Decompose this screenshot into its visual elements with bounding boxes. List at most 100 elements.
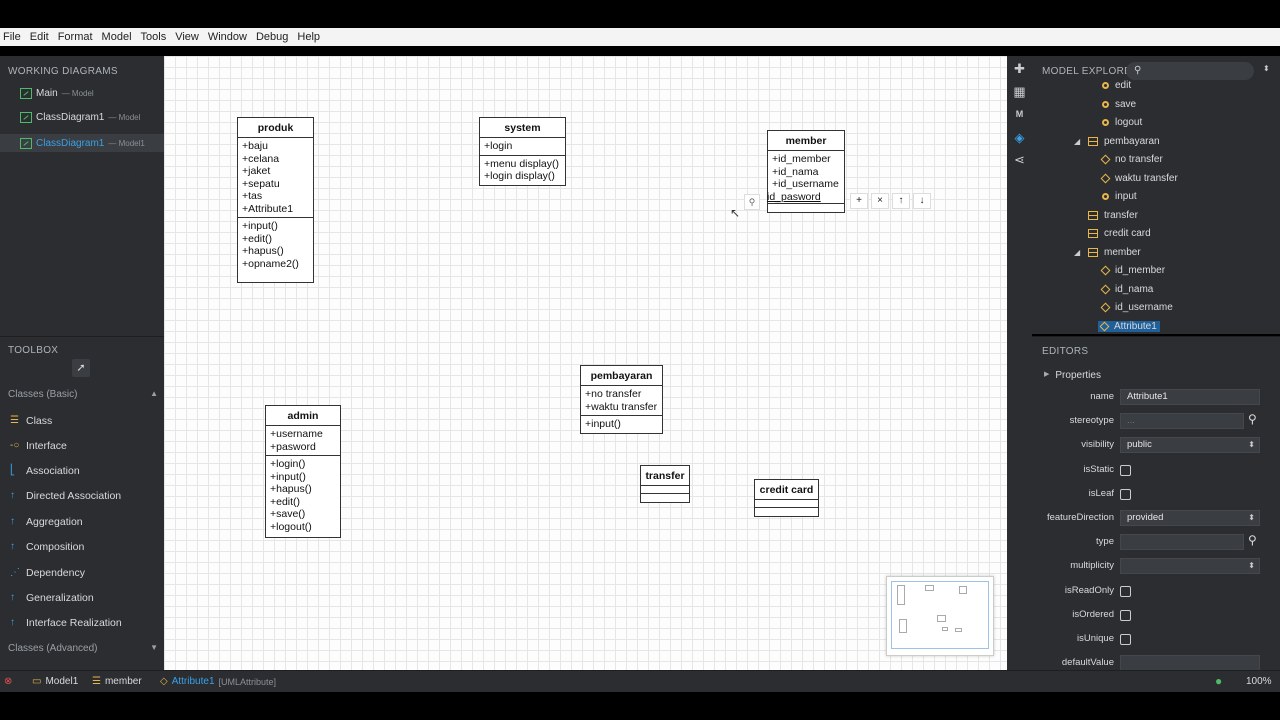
property-select[interactable]: public ⬍ [1120, 437, 1260, 454]
search-icon[interactable]: ⚲ [1248, 533, 1257, 547]
explorer-icon[interactable]: ◈ [1012, 130, 1027, 145]
menu-view[interactable]: View [172, 31, 205, 43]
tree-item[interactable]: no transfer [1100, 154, 1163, 165]
tree-item[interactable]: transfer [1088, 210, 1138, 221]
toolbox-group-basic[interactable]: Classes (Basic) ▲ [8, 389, 158, 400]
attribute[interactable]: +login [484, 140, 561, 153]
class-box-transfer[interactable]: transfer [640, 465, 690, 503]
toolbox-group-advanced[interactable]: Classes (Advanced) ▼ [8, 643, 158, 654]
operation[interactable]: +save() [270, 508, 336, 521]
operation[interactable]: +logout() [270, 521, 336, 534]
menu-tools[interactable]: Tools [138, 31, 173, 43]
menu-window[interactable]: Window [205, 31, 253, 43]
attribute[interactable]: +id_username [772, 178, 840, 191]
tree-item[interactable]: id_nama [1100, 284, 1153, 295]
share-icon[interactable]: ⋖ [1012, 152, 1027, 167]
tool-generalization[interactable]: ↑ Generalization [10, 592, 94, 604]
attribute[interactable]: +waktu transfer [585, 401, 658, 414]
attribute[interactable]: +id_nama [772, 166, 840, 179]
operation[interactable]: +login display() [484, 170, 561, 183]
attribute[interactable]: +id_member [772, 153, 840, 166]
operation[interactable]: +input() [270, 471, 336, 484]
extensions-icon[interactable]: ✚ [1012, 61, 1027, 76]
property-checkbox[interactable] [1120, 634, 1131, 645]
breadcrumb-class[interactable]: ☰ member [92, 676, 142, 687]
menu-model[interactable]: Model [99, 31, 138, 43]
operation[interactable]: +login() [270, 458, 336, 471]
tree-item[interactable]: id_username [1100, 302, 1173, 313]
attribute[interactable]: +pasword [270, 441, 336, 454]
properties-section-toggle[interactable]: ▶ Properties [1044, 370, 1101, 381]
property-select[interactable]: provided ⬍ [1120, 510, 1260, 526]
attribute[interactable]: +celana [242, 153, 309, 166]
attribute[interactable]: +Attribute1 [242, 203, 309, 216]
tool-association[interactable]: ⎣ Association [10, 465, 80, 477]
property-checkbox[interactable] [1120, 488, 1131, 500]
menu-file[interactable]: File [0, 31, 27, 43]
operation[interactable]: +edit() [270, 496, 336, 509]
attribute[interactable]: +username [270, 428, 336, 441]
expand-triangle-icon[interactable]: ◢ [1074, 248, 1080, 257]
diagram-canvas[interactable]: produk +baju +celana +jaket +sepatu +tas… [164, 56, 1007, 670]
expand-triangle-icon[interactable]: ◢ [1074, 137, 1080, 146]
tree-item[interactable]: save [1102, 99, 1136, 110]
property-input[interactable]: ... [1120, 413, 1244, 430]
tool-interface-realization[interactable]: ↑ Interface Realization [10, 617, 122, 629]
property-checkbox[interactable] [1120, 585, 1131, 597]
property-input[interactable]: Attribute1 [1120, 389, 1260, 405]
delete-attribute-button[interactable]: × [871, 193, 889, 209]
tree-item[interactable]: id_member [1100, 265, 1165, 276]
attribute[interactable]: +no transfer [585, 388, 658, 401]
pointer-tool-icon[interactable]: ➚ [72, 359, 90, 377]
tool-interface[interactable]: -○ Interface [10, 440, 67, 452]
explorer-search-input[interactable]: ⚲ [1126, 62, 1254, 80]
tree-item[interactable]: edit [1102, 80, 1131, 91]
search-icon[interactable]: ⚲ [1248, 412, 1257, 426]
tree-item[interactable]: waktu transfer [1100, 173, 1178, 184]
operation[interactable]: +hapus() [242, 245, 309, 258]
layout-icon[interactable]: ▦ [1012, 84, 1027, 99]
menu-debug[interactable]: Debug [253, 31, 294, 43]
breadcrumb-attribute[interactable]: ◇ Attribute1 [UMLAttribute] [160, 676, 276, 687]
tree-item[interactable]: logout [1102, 117, 1142, 128]
attribute[interactable]: +tas [242, 190, 309, 203]
tree-item[interactable]: input [1102, 191, 1137, 202]
tree-item[interactable]: Attribute1 [1098, 320, 1160, 332]
operation[interactable]: +hapus() [270, 483, 336, 496]
class-box-system[interactable]: system +login +menu display() +login dis… [479, 117, 566, 186]
attribute-edit-input[interactable]: id_pasword [767, 191, 840, 204]
error-icon[interactable]: ⊗ [4, 676, 12, 687]
breadcrumb-model[interactable]: ▭ Model1 [32, 676, 78, 687]
menu-edit[interactable]: Edit [27, 31, 55, 43]
diagram-item-classdiagram1-active[interactable]: ClassDiagram1 — Model1 [0, 134, 164, 152]
attribute[interactable]: +sepatu [242, 178, 309, 191]
operation[interactable]: +edit() [242, 233, 309, 246]
diagram-minimap[interactable] [886, 576, 994, 656]
add-attribute-button[interactable]: + [850, 193, 868, 209]
class-box-produk[interactable]: produk +baju +celana +jaket +sepatu +tas… [237, 117, 314, 283]
tool-aggregation[interactable]: ↑ Aggregation [10, 516, 83, 528]
property-checkbox[interactable] [1120, 609, 1131, 621]
operation[interactable]: +menu display() [484, 158, 561, 171]
tool-dependency[interactable]: ⋰ Dependency [10, 567, 85, 579]
visibility-toggle-icon[interactable]: ⚲ [744, 194, 760, 210]
markdown-icon[interactable]: M [1012, 107, 1027, 122]
tool-composition[interactable]: ↑ Composition [10, 541, 84, 553]
menu-format[interactable]: Format [55, 31, 99, 43]
class-box-pembayaran[interactable]: pembayaran +no transfer +waktu transfer … [580, 365, 663, 434]
class-box-credit-card[interactable]: credit card [754, 479, 819, 517]
operation[interactable]: +input() [242, 220, 309, 233]
tree-item[interactable]: ◢ pembayaran [1074, 136, 1160, 147]
tool-class[interactable]: ☰ Class [10, 415, 52, 427]
attribute[interactable]: +jaket [242, 165, 309, 178]
property-input[interactable] [1120, 534, 1244, 551]
operation[interactable]: +input() [585, 418, 658, 431]
explorer-menu-icon[interactable]: ⬍ [1263, 64, 1270, 73]
move-down-button[interactable]: ↓ [913, 193, 931, 209]
diagram-item-main[interactable]: Main — Model [20, 88, 94, 99]
move-up-button[interactable]: ↑ [892, 193, 910, 209]
operation[interactable]: +opname2() [242, 258, 309, 271]
property-checkbox[interactable] [1120, 464, 1131, 476]
attribute[interactable]: +baju [242, 140, 309, 153]
class-box-admin[interactable]: admin +username +pasword +login() +input… [265, 405, 341, 538]
